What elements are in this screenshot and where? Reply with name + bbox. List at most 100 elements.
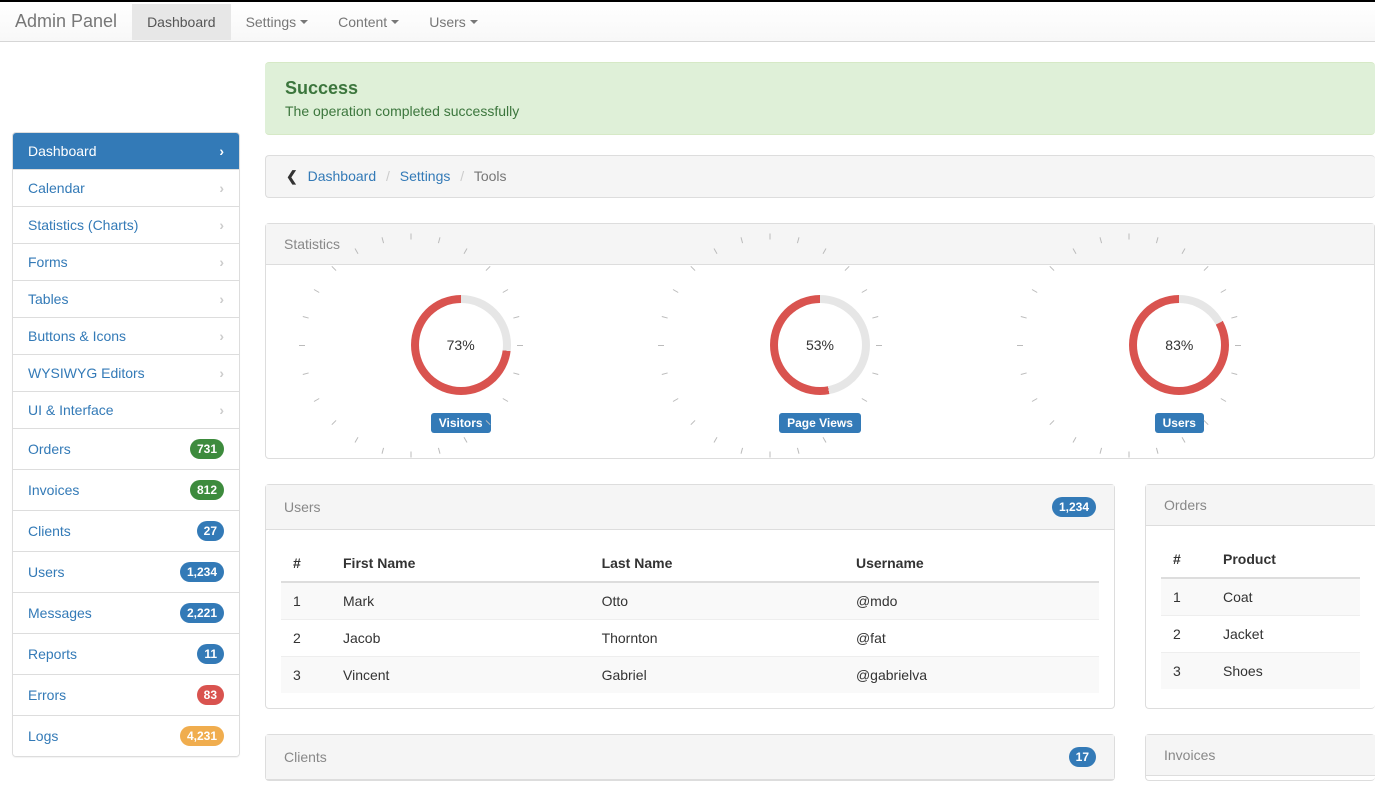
dial-name-badge: Visitors xyxy=(431,413,491,433)
sidebar-item-label: Calendar xyxy=(28,180,85,196)
sidebar-item-label: WYSIWYG Editors xyxy=(28,365,145,381)
sidebar-item-label: Messages xyxy=(28,605,92,621)
dial: 53%Page Views xyxy=(770,295,870,433)
orders-panel: Orders #Product 1Coat2Jacket3Shoes xyxy=(1145,484,1375,709)
panel-title: Statistics xyxy=(284,236,340,252)
sidebar-item-label: Buttons & Icons xyxy=(28,328,126,344)
chevron-right-icon: › xyxy=(219,217,224,233)
topnav-item[interactable]: Dashboard xyxy=(132,4,231,40)
sidebar-item[interactable]: Buttons & Icons › xyxy=(13,318,239,355)
invoices-panel: Invoices xyxy=(1145,734,1375,781)
column-header: Product xyxy=(1211,541,1360,578)
caret-down-icon xyxy=(470,20,478,24)
sidebar-item[interactable]: Dashboard › xyxy=(13,133,239,170)
sidebar-badge: 1,234 xyxy=(180,562,224,582)
sidebar-item[interactable]: Users 1,234 xyxy=(13,552,239,593)
dial: 83% Users xyxy=(1129,295,1229,433)
chevron-right-icon: › xyxy=(219,254,224,270)
chevron-right-icon: › xyxy=(219,291,224,307)
alert-title: Success xyxy=(285,78,1355,99)
panel-title: Users xyxy=(284,499,321,515)
sidebar-item[interactable]: Statistics (Charts) › xyxy=(13,207,239,244)
column-header: # xyxy=(281,545,331,582)
users-table: #First NameLast NameUsername 1MarkOtto@m… xyxy=(281,545,1099,693)
sidebar-item[interactable]: Tables › xyxy=(13,281,239,318)
alert-text: The operation completed successfully xyxy=(285,103,1355,119)
sidebar-item[interactable]: Invoices 812 xyxy=(13,470,239,511)
caret-down-icon xyxy=(391,20,399,24)
sidebar-item-label: UI & Interface xyxy=(28,402,114,418)
panel-title: Clients xyxy=(284,749,327,765)
table-row[interactable]: 1MarkOtto@mdo xyxy=(281,582,1099,620)
sidebar-badge: 83 xyxy=(197,685,224,705)
caret-down-icon xyxy=(300,20,308,24)
clients-count-badge: 17 xyxy=(1069,747,1096,767)
statistics-panel: Statistics 73% Visitors 53%Page Views 83% Us… xyxy=(265,223,1375,459)
column-header: # xyxy=(1161,541,1211,578)
sidebar-item-label: Errors xyxy=(28,687,66,703)
topnav-item[interactable]: Users xyxy=(414,4,493,40)
sidebar-item-label: Clients xyxy=(28,523,71,539)
table-row[interactable]: 2Jacket xyxy=(1161,616,1360,653)
alert-success: Success The operation completed successf… xyxy=(265,62,1375,135)
dial: 73% Visitors xyxy=(411,295,511,433)
sidebar-badge: 27 xyxy=(197,521,224,541)
sidebar-item[interactable]: Errors 83 xyxy=(13,675,239,716)
table-row[interactable]: 3Shoes xyxy=(1161,653,1360,690)
users-panel: Users 1,234 #First NameLast NameUsername… xyxy=(265,484,1115,709)
panel-title: Invoices xyxy=(1164,747,1215,763)
sidebar-item[interactable]: Orders 731 xyxy=(13,429,239,470)
sidebar-item[interactable]: Calendar › xyxy=(13,170,239,207)
column-header: First Name xyxy=(331,545,590,582)
sidebar-item-label: Tables xyxy=(28,291,68,307)
column-header: Username xyxy=(844,545,1099,582)
sidebar-item[interactable]: Messages 2,221 xyxy=(13,593,239,634)
sidebar-badge: 731 xyxy=(190,439,224,459)
breadcrumb: ❮ Dashboard / Settings / Tools xyxy=(265,155,1375,198)
sidebar-item-label: Dashboard xyxy=(28,143,97,159)
chevron-right-icon: › xyxy=(219,180,224,196)
chevron-right-icon: › xyxy=(219,365,224,381)
sidebar-item[interactable]: Reports 11 xyxy=(13,634,239,675)
table-row[interactable]: 2JacobThornton@fat xyxy=(281,620,1099,657)
breadcrumb-link[interactable]: Dashboard xyxy=(308,168,377,184)
sidebar: Dashboard›Calendar›Statistics (Charts)›F… xyxy=(12,132,240,757)
topnav-item[interactable]: Settings xyxy=(231,4,324,40)
top-navbar: Admin Panel DashboardSettingsContentUser… xyxy=(0,2,1375,42)
sidebar-item-label: Users xyxy=(28,564,65,580)
sidebar-item-label: Reports xyxy=(28,646,77,662)
dial-value: 73% xyxy=(411,295,511,395)
dial-value: 53% xyxy=(770,295,870,395)
users-count-badge: 1,234 xyxy=(1052,497,1096,517)
panel-title: Orders xyxy=(1164,497,1207,513)
table-row[interactable]: 3VincentGabriel@gabrielva xyxy=(281,657,1099,694)
sidebar-item-label: Orders xyxy=(28,441,71,457)
sidebar-item[interactable]: Clients 27 xyxy=(13,511,239,552)
chevron-right-icon: › xyxy=(219,328,224,344)
sidebar-badge: 4,231 xyxy=(180,726,224,746)
breadcrumb-link[interactable]: Settings xyxy=(400,168,451,184)
sidebar-badge: 11 xyxy=(197,644,224,664)
sidebar-item[interactable]: Forms › xyxy=(13,244,239,281)
chevron-right-icon: › xyxy=(219,143,224,159)
breadcrumb-current: Tools xyxy=(474,168,507,184)
dial-name-badge: Users xyxy=(1155,413,1204,433)
sidebar-badge: 2,221 xyxy=(180,603,224,623)
topnav-item[interactable]: Content xyxy=(323,4,414,40)
sidebar-badge: 812 xyxy=(190,480,224,500)
table-row[interactable]: 1Coat xyxy=(1161,578,1360,616)
clients-panel: Clients 17 xyxy=(265,734,1115,781)
brand[interactable]: Admin Panel xyxy=(15,11,132,32)
column-header: Last Name xyxy=(590,545,844,582)
sidebar-item[interactable]: WYSIWYG Editors › xyxy=(13,355,239,392)
sidebar-item[interactable]: UI & Interface › xyxy=(13,392,239,429)
chevron-right-icon: › xyxy=(219,402,224,418)
sidebar-item-label: Statistics (Charts) xyxy=(28,217,138,233)
sidebar-item-label: Forms xyxy=(28,254,68,270)
dial-value: 83% xyxy=(1129,295,1229,395)
sidebar-item-label: Invoices xyxy=(28,482,79,498)
orders-table: #Product 1Coat2Jacket3Shoes xyxy=(1161,541,1360,689)
chevron-left-icon[interactable]: ❮ xyxy=(286,168,298,184)
sidebar-item[interactable]: Logs 4,231 xyxy=(13,716,239,756)
sidebar-item-label: Logs xyxy=(28,728,58,744)
